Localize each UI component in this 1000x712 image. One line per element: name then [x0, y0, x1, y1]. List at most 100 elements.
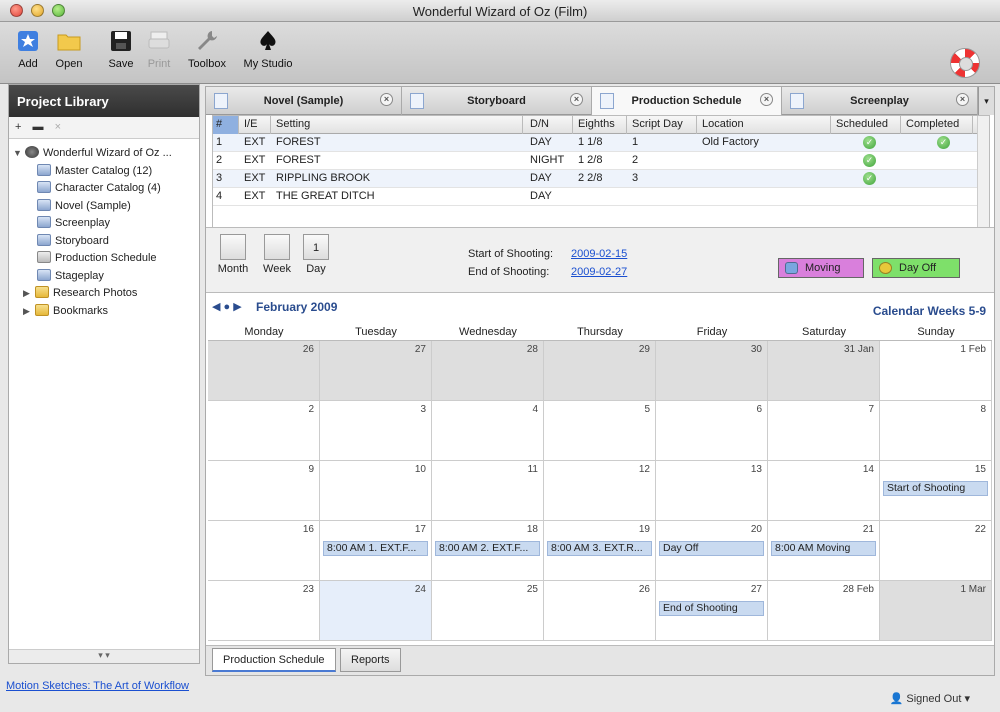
tab-storyboard[interactable]: Storyboard ×	[402, 87, 592, 115]
column-header[interactable]: Script Day	[629, 116, 697, 134]
tab-production-schedule[interactable]: Production Schedule ×	[592, 87, 782, 115]
column-header[interactable]: Completed	[903, 116, 973, 134]
tree-item-character-catalog[interactable]: Character Catalog (4)	[13, 180, 195, 198]
calendar-day-cell[interactable]: 28	[432, 341, 544, 401]
calendar-day-cell[interactable]: 29	[544, 341, 656, 401]
calendar-day-cell[interactable]: 16	[208, 521, 320, 581]
table-row[interactable]: 3 EXT RIPPLING BROOK DAY 2 2/8 3 ✓	[213, 170, 989, 188]
calendar-day-cell[interactable]: 28 Feb	[768, 581, 880, 641]
calendar-day-cell[interactable]: 23	[208, 581, 320, 641]
column-header[interactable]: Eighths	[575, 116, 627, 134]
calendar-day-cell[interactable]: 21 8:00 AM Moving	[768, 521, 880, 581]
calendar-day-cell[interactable]: 1 Feb	[880, 341, 992, 401]
day-view-button[interactable]: 1 Day	[302, 234, 330, 275]
close-tab-icon[interactable]: ×	[380, 93, 393, 106]
calendar-day-cell[interactable]: 25	[432, 581, 544, 641]
calendar-day-cell[interactable]: 22	[880, 521, 992, 581]
tree-item-bookmarks[interactable]: ▶ Bookmarks	[13, 303, 195, 321]
column-header[interactable]: Setting	[273, 116, 523, 134]
table-row[interactable]: 1 EXT FOREST DAY 1 1/8 1 Old Factory ✓ ✓	[213, 134, 989, 152]
tab-novel[interactable]: Novel (Sample) ×	[206, 87, 402, 115]
calendar-day-cell[interactable]: 8	[880, 401, 992, 461]
sidebar-resize-handle[interactable]: ▾ ▾	[9, 649, 199, 663]
column-header[interactable]: D/N	[527, 116, 573, 134]
add-item-icon[interactable]: +	[15, 121, 21, 133]
column-header[interactable]: #	[213, 116, 239, 134]
disclosure-closed-icon[interactable]: ▶	[23, 285, 35, 302]
tree-item-project[interactable]: ▼ Wonderful Wizard of Oz ...	[13, 145, 195, 163]
calendar-day-cell[interactable]: 27	[320, 341, 432, 401]
calendar-day-cell[interactable]: 26	[544, 581, 656, 641]
calendar-day-cell[interactable]: 30	[656, 341, 768, 401]
disclosure-closed-icon[interactable]: ▶	[23, 303, 35, 320]
calendar-event[interactable]: 8:00 AM 3. EXT.R...	[547, 541, 652, 556]
tree-item-novel[interactable]: Novel (Sample)	[13, 198, 195, 216]
tree-item-screenplay[interactable]: Screenplay	[13, 215, 195, 233]
calendar-day-cell[interactable]: 26	[208, 341, 320, 401]
delete-item-icon[interactable]: ×	[55, 121, 61, 133]
calendar-event[interactable]: 8:00 AM 2. EXT.F...	[435, 541, 540, 556]
new-folder-icon[interactable]: ▬	[33, 121, 44, 133]
close-tab-icon[interactable]: ×	[570, 93, 583, 106]
tree-item-production-schedule[interactable]: Production Schedule	[13, 250, 195, 268]
calendar-day-cell[interactable]: 19 8:00 AM 3. EXT.R...	[544, 521, 656, 581]
calendar-day-cell[interactable]: 20 Day Off	[656, 521, 768, 581]
toolbox-button[interactable]: Toolbox	[184, 28, 230, 70]
tab-overflow-icon[interactable]: ▾	[978, 87, 994, 115]
close-tab-icon[interactable]: ×	[956, 93, 969, 106]
tab-screenplay[interactable]: Screenplay ×	[782, 87, 978, 115]
calendar-event[interactable]: 8:00 AM 1. EXT.F...	[323, 541, 428, 556]
disclosure-open-icon[interactable]: ▼	[13, 145, 25, 162]
calendar-day-cell[interactable]: 14	[768, 461, 880, 521]
column-header[interactable]: I/E	[241, 116, 271, 134]
moving-badge[interactable]: Moving	[778, 258, 864, 278]
end-of-shooting-date[interactable]: 2009-02-27	[571, 266, 627, 278]
add-button[interactable]: Add	[12, 28, 44, 70]
calendar-event[interactable]: Start of Shooting	[883, 481, 988, 496]
calendar-day-cell[interactable]: 13	[656, 461, 768, 521]
tab-production-schedule-view[interactable]: Production Schedule	[212, 648, 336, 672]
calendar-day-cell[interactable]: 27 End of Shooting	[656, 581, 768, 641]
print-button[interactable]: Print	[142, 28, 176, 70]
column-header[interactable]: Location	[699, 116, 831, 134]
open-button[interactable]: Open	[50, 28, 88, 70]
table-row[interactable]: 4 EXT THE GREAT DITCH DAY	[213, 188, 989, 206]
calendar-day-cell[interactable]: 17 8:00 AM 1. EXT.F...	[320, 521, 432, 581]
calendar-day-cell[interactable]: 2	[208, 401, 320, 461]
calendar-event[interactable]: End of Shooting	[659, 601, 764, 616]
table-row[interactable]: 2 EXT FOREST NIGHT 1 2/8 2 ✓	[213, 152, 989, 170]
close-tab-icon[interactable]: ×	[760, 93, 773, 106]
next-month-icon[interactable]: ▶	[233, 301, 241, 313]
previous-month-icon[interactable]: ◀	[212, 301, 220, 313]
tree-item-stageplay[interactable]: Stageplay	[13, 268, 195, 286]
calendar-day-cell[interactable]: 18 8:00 AM 2. EXT.F...	[432, 521, 544, 581]
tree-item-master-catalog[interactable]: Master Catalog (12)	[13, 163, 195, 181]
calendar-day-cell[interactable]: 12	[544, 461, 656, 521]
help-lifebuoy-icon[interactable]	[950, 48, 980, 78]
table-scrollbar[interactable]	[977, 116, 989, 232]
calendar-day-cell[interactable]: 10	[320, 461, 432, 521]
tab-reports[interactable]: Reports	[340, 648, 401, 672]
save-button[interactable]: Save	[104, 28, 138, 70]
today-icon[interactable]: ●	[224, 301, 231, 313]
signed-out-menu[interactable]: 👤 Signed Out ▾	[890, 692, 970, 705]
calendar-day-cell[interactable]: 4	[432, 401, 544, 461]
calendar-day-cell[interactable]: 31 Jan	[768, 341, 880, 401]
workflow-link[interactable]: Motion Sketches: The Art of Workflow	[6, 680, 189, 692]
calendar-day-cell[interactable]: 3	[320, 401, 432, 461]
calendar-event[interactable]: Day Off	[659, 541, 764, 556]
calendar-event[interactable]: 8:00 AM Moving	[771, 541, 876, 556]
calendar-day-cell[interactable]: 1 Mar	[880, 581, 992, 641]
tree-item-storyboard[interactable]: Storyboard	[13, 233, 195, 251]
calendar-day-cell[interactable]: 7	[768, 401, 880, 461]
calendar-day-cell[interactable]: 15 Start of Shooting	[880, 461, 992, 521]
tree-item-research-photos[interactable]: ▶ Research Photos	[13, 285, 195, 303]
column-header[interactable]: Scheduled	[833, 116, 901, 134]
start-of-shooting-date[interactable]: 2009-02-15	[571, 248, 627, 260]
calendar-day-cell[interactable]: 5	[544, 401, 656, 461]
calendar-day-cell[interactable]: 6	[656, 401, 768, 461]
calendar-day-cell[interactable]: 9	[208, 461, 320, 521]
calendar-day-cell[interactable]: 24	[320, 581, 432, 641]
my-studio-button[interactable]: My Studio	[240, 28, 296, 70]
calendar-day-cell[interactable]: 11	[432, 461, 544, 521]
